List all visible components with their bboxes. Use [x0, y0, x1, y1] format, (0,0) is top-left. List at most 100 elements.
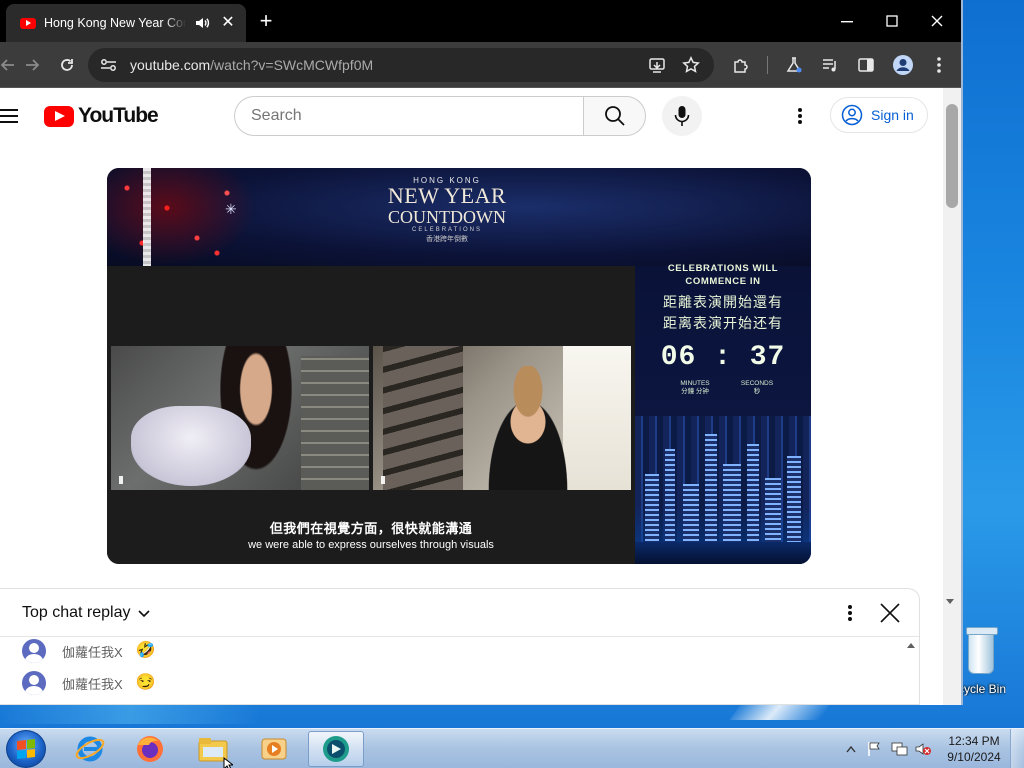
side-panel-button[interactable]	[852, 51, 880, 79]
chrome-menu-button[interactable]	[925, 51, 953, 79]
scrollbar-thumb[interactable]	[946, 104, 958, 208]
taskbar-chrome[interactable]	[308, 731, 364, 767]
chat-author: 伽蘿任我X	[62, 644, 123, 660]
video-event-title: HONG KONG NEW YEAR COUNTDOWN CELEBRATION…	[377, 176, 517, 244]
rolling-laughing-emoji-icon: 🤣	[135, 642, 156, 659]
search-input[interactable]	[251, 107, 551, 125]
media-controls-button[interactable]	[816, 51, 844, 79]
action-center-flag-icon[interactable]	[866, 741, 882, 757]
minimize-button[interactable]	[824, 0, 870, 42]
site-settings-icon[interactable]	[100, 57, 118, 73]
reload-button[interactable]	[53, 51, 81, 79]
forward-button[interactable]	[18, 51, 46, 79]
chat-close-button[interactable]	[878, 601, 902, 625]
install-app-icon[interactable]	[648, 56, 666, 74]
countdown-timer: 06 : 37	[660, 342, 786, 373]
url-path: /watch?v=SWcMCWfpf0M	[210, 57, 374, 73]
chevron-down-icon	[137, 610, 150, 618]
youtube-header: YouTube Search Sign in	[0, 88, 943, 144]
seconds-label: SECONDS 秒	[727, 380, 787, 396]
tower-graphic	[143, 168, 151, 266]
page-scrollbar[interactable]	[943, 88, 961, 705]
maximize-icon	[886, 15, 898, 27]
playlist-music-icon	[823, 59, 836, 72]
back-arrow-icon	[0, 59, 14, 71]
microphone-icon	[674, 106, 690, 126]
minutes-label: MINUTES 分鐘 分钟	[665, 380, 725, 396]
labs-button[interactable]	[780, 51, 808, 79]
chat-replay-panel: Top chat replay 伽蘿任我X 🤣 伽蘿任我X 😏	[0, 588, 920, 705]
city-skyline-graphic	[635, 416, 811, 564]
recycle-bin-desktop-icon[interactable]: Recycle Bin	[960, 627, 1024, 710]
countdown-panel: CELEBRATIONS WILL COMMENCE IN 距離表演開始還有 距…	[635, 263, 811, 564]
clock-date: 9/10/2024	[947, 750, 1001, 764]
taskbar-firefox[interactable]	[122, 731, 178, 767]
tab-youtube[interactable]: Hong Kong New Year Countdown Celebration…	[6, 4, 246, 42]
chat-scrollbar[interactable]	[904, 637, 919, 705]
maximize-button[interactable]	[869, 0, 915, 42]
internet-explorer-icon	[75, 736, 105, 762]
recycle-bin-label: Recycle Bin	[960, 682, 1006, 696]
chat-message[interactable]: 伽蘿任我X 😏	[22, 669, 157, 697]
show-desktop-button[interactable]	[1010, 729, 1024, 768]
chat-message[interactable]: 伽蘿任我X 🤣	[22, 637, 157, 665]
video-subtitle: 但我們在視覺方面，很快就能溝通 we were able to express …	[107, 518, 635, 551]
youtube-play-icon	[44, 105, 74, 127]
url-text: youtube.com/watch?v=SWcMCWfpf0M	[130, 57, 373, 73]
youtube-favicon-icon	[20, 17, 36, 29]
guide-menu-button[interactable]	[0, 105, 20, 127]
mic-indicator-icon	[381, 476, 385, 484]
profile-button[interactable]	[889, 51, 917, 79]
side-panel-icon	[858, 58, 874, 72]
scroll-up-arrow-icon[interactable]	[907, 643, 915, 648]
clock-time: 12:34 PM	[948, 734, 1000, 748]
taskbar-file-explorer[interactable]	[185, 731, 241, 768]
smirk-emoji-icon: 😏	[135, 674, 156, 691]
close-window-button[interactable]	[914, 0, 960, 42]
chat-mode-dropdown[interactable]: Top chat replay	[22, 604, 151, 622]
sign-in-label: Sign in	[871, 107, 914, 123]
fireworks-graphic	[107, 168, 257, 266]
minimize-icon	[841, 21, 853, 23]
youtube-logo[interactable]: YouTube	[44, 104, 159, 128]
start-button[interactable]	[6, 730, 46, 768]
system-clock[interactable]: 12:34 PM 9/10/2024	[942, 733, 1006, 765]
background-stairs	[383, 346, 463, 490]
taskbar-internet-explorer[interactable]	[62, 731, 118, 767]
recycle-bin-icon	[966, 627, 998, 674]
scroll-down-arrow-icon[interactable]	[946, 599, 954, 604]
extensions-button[interactable]	[727, 51, 755, 79]
chat-more-button[interactable]	[838, 601, 862, 625]
speaker-icon[interactable]	[194, 15, 210, 31]
celebrations-zh-traditional: 距離表演開始還有	[663, 294, 783, 310]
video-player[interactable]: ✳ HONG KONG NEW YEAR COUNTDOWN CELEBRATI…	[107, 168, 811, 564]
vertical-dots-icon	[848, 605, 852, 621]
celebrations-chinese: 距離表演開始還有 距离表演开始还有	[635, 292, 811, 334]
voice-search-button[interactable]	[662, 96, 702, 136]
title-new-year: NEW YEAR	[387, 183, 507, 208]
tab-close-button[interactable]: ✕	[218, 15, 238, 31]
show-hidden-icons-arrow-icon[interactable]	[846, 745, 856, 753]
search-box[interactable]	[234, 96, 584, 136]
network-icon[interactable]	[890, 741, 908, 757]
media-player-icon	[261, 738, 287, 760]
address-bar[interactable]: youtube.com/watch?v=SWcMCWfpf0M	[88, 48, 714, 82]
vertical-dots-icon	[937, 57, 941, 73]
settings-more-button[interactable]	[786, 102, 814, 130]
webcam-feed-right	[373, 346, 631, 490]
taskbar-media-player[interactable]	[246, 731, 302, 767]
close-icon	[931, 15, 943, 27]
search-button[interactable]	[583, 96, 646, 136]
account-circle-icon	[841, 104, 863, 126]
mic-indicator-icon	[119, 476, 123, 484]
bookmark-star-icon[interactable]	[682, 56, 700, 74]
sign-in-button[interactable]: Sign in	[830, 97, 928, 133]
volume-muted-icon[interactable]	[914, 741, 932, 757]
new-tab-button[interactable]: +	[255, 10, 277, 32]
minutes-label-zh: 分鐘 分钟	[681, 388, 709, 395]
subtitle-chinese: 但我們在視覺方面，很快就能溝通	[269, 521, 473, 536]
browser-toolbar: youtube.com/watch?v=SWcMCWfpf0M	[0, 42, 961, 88]
youtube-page: YouTube Search Sign in ✳ HONG KONG NEW Y…	[0, 88, 943, 705]
windows-taskbar: 12:34 PM 9/10/2024	[0, 728, 1024, 768]
video-banner: ✳ HONG KONG NEW YEAR COUNTDOWN CELEBRATI…	[107, 168, 811, 266]
